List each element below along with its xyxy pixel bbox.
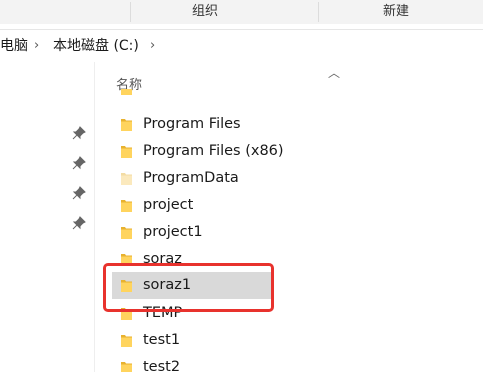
list-item-partial-label: · · · xyxy=(143,89,159,101)
ribbon-group-organize[interactable]: 组织 xyxy=(192,0,218,24)
pin-icon[interactable] xyxy=(72,156,86,170)
navigation-pane xyxy=(0,62,94,372)
list-item-partial[interactable]: · · · xyxy=(112,89,272,101)
ribbon-separator xyxy=(318,2,319,22)
highlight-box xyxy=(103,263,274,312)
ribbon-bar: 组织 新建 xyxy=(0,0,483,24)
pin-icon[interactable] xyxy=(72,126,86,140)
folder-icon xyxy=(120,117,133,132)
list-item[interactable]: Program Files (x86) xyxy=(112,138,284,165)
breadcrumb-drive[interactable]: 本地磁盘 (C:) xyxy=(53,30,139,62)
list-item[interactable]: project xyxy=(112,192,272,219)
folder-icon xyxy=(120,198,133,213)
list-item-label: test1 xyxy=(143,332,181,348)
file-list: ︿ 名称 · · · Program Files Program Files (… xyxy=(95,62,483,372)
pin-icon[interactable] xyxy=(72,186,86,200)
list-item-label: Program Files (x86) xyxy=(143,143,284,159)
ribbon-group-new[interactable]: 新建 xyxy=(383,0,409,24)
list-item[interactable]: ProgramData xyxy=(112,165,272,192)
list-item[interactable]: test2 xyxy=(112,354,272,372)
list-item[interactable]: test1 xyxy=(112,327,272,354)
folder-icon xyxy=(120,333,133,348)
folder-icon xyxy=(120,225,133,240)
address-bar[interactable]: 电脑 › 本地磁盘 (C:) › xyxy=(0,29,483,63)
list-item[interactable]: Program Files xyxy=(112,111,272,138)
list-item-label: Program Files xyxy=(143,116,241,132)
pin-icon[interactable] xyxy=(72,216,86,230)
breadcrumb-pc[interactable]: 电脑 xyxy=(0,30,28,62)
list-item[interactable]: project1 xyxy=(112,219,272,246)
list-item-label: project xyxy=(143,197,194,213)
folder-icon xyxy=(120,144,133,159)
folder-icon xyxy=(120,89,133,96)
folder-hidden-icon xyxy=(120,171,133,186)
list-item-label: project1 xyxy=(143,224,203,240)
sort-ascending-icon[interactable]: ︿ xyxy=(328,64,340,81)
chevron-right-icon[interactable]: › xyxy=(34,30,39,62)
folder-icon xyxy=(120,360,133,372)
list-item-label: test2 xyxy=(143,359,181,372)
chevron-right-icon[interactable]: › xyxy=(150,30,155,62)
ribbon-separator xyxy=(130,2,131,22)
list-item-label: ProgramData xyxy=(143,170,239,186)
